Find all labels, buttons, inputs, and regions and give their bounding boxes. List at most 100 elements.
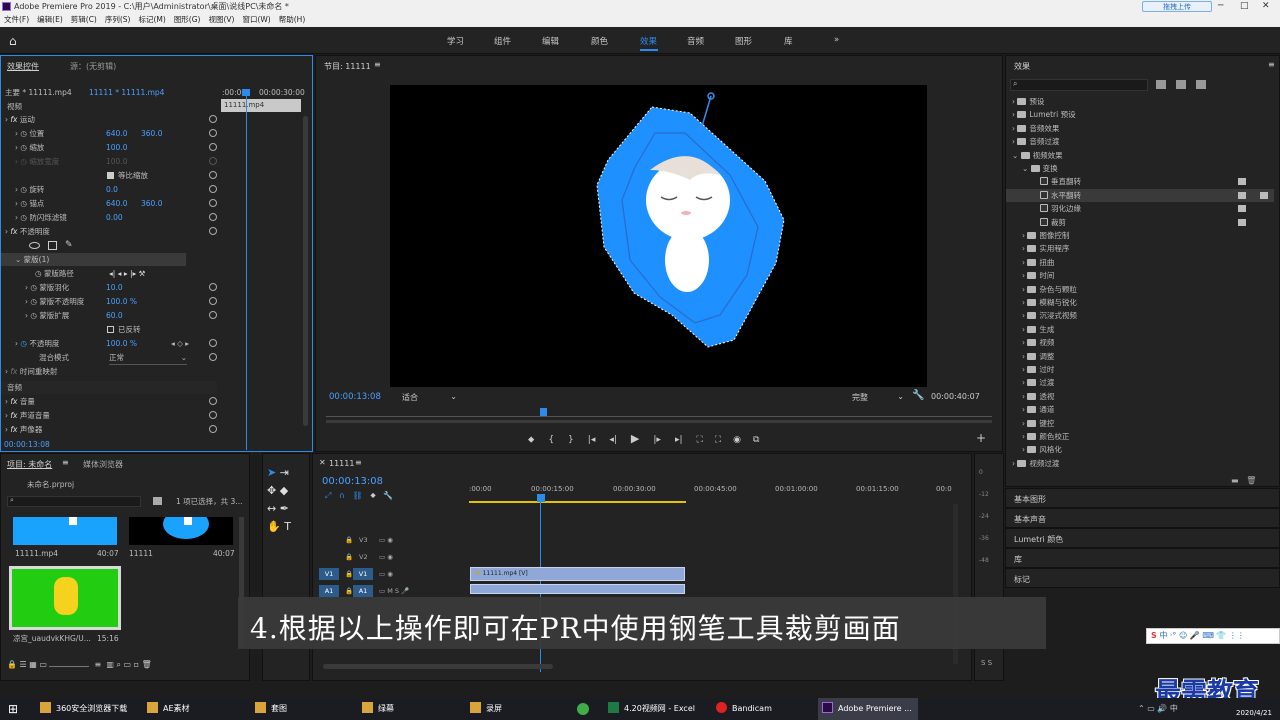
start-button-icon[interactable]: ⊞: [8, 702, 18, 716]
effects-tree-item[interactable]: › 杂色与颗粒: [1006, 283, 1274, 296]
effects-tree-item[interactable]: 垂直翻转: [1006, 175, 1274, 188]
timeline-close-icon[interactable]: ✕: [319, 458, 326, 467]
track-select-icon[interactable]: ⇥: [280, 466, 289, 479]
effects-tree-item[interactable]: › 音频效果: [1006, 122, 1274, 135]
menu-file[interactable]: 文件(F): [4, 15, 29, 24]
ripple-edit-icon[interactable]: ✥: [267, 484, 276, 497]
quality-dropdown[interactable]: 完整 ⌄: [852, 392, 904, 403]
effects-tree-item[interactable]: › 视频过渡: [1006, 457, 1274, 470]
pen-tool-icon[interactable]: ✒: [280, 502, 289, 515]
system-tray-icons[interactable]: ⌃ ▭ 🔊 中: [1138, 703, 1178, 714]
pen-mask-icon[interactable]: ✎: [65, 239, 73, 252]
ec-row-mask-feather[interactable]: › ◷ 蒙版羽化 10.0: [1, 281, 217, 294]
timeline-timecode[interactable]: 00:00:13:08: [322, 476, 383, 487]
effects-tree-item[interactable]: › 图像控制: [1006, 229, 1274, 242]
menu-view[interactable]: 视图(V): [208, 15, 234, 24]
program-timecode[interactable]: 00:00:13:08: [329, 392, 381, 402]
effects-tree-item[interactable]: › 调整: [1006, 350, 1274, 363]
program-video-frame[interactable]: [390, 85, 927, 387]
ec-row-opacity-value[interactable]: › ◷ 不透明度 100.0 % ◂ ◇ ▸: [1, 337, 217, 350]
ec-row-mask-opacity[interactable]: › ◷ 蒙版不透明度 100.0 %: [1, 295, 217, 308]
effects-tree-item[interactable]: › 音频过渡: [1006, 135, 1274, 148]
effects-tree-item[interactable]: 羽化边缘: [1006, 202, 1274, 215]
menu-window[interactable]: 窗口(W): [242, 15, 270, 24]
ec-row-anchor[interactable]: › ◷ 锚点 640.0 360.0: [1, 197, 217, 210]
step-back-icon[interactable]: ◂|: [609, 435, 617, 445]
sequence-clip-dropdown[interactable]: 11111 * 11111.mp4: [89, 86, 164, 99]
automate-icon[interactable]: ▥: [106, 660, 114, 669]
ec-row-mask-expansion[interactable]: › ◷ 蒙版扩展 60.0: [1, 309, 217, 322]
effects-menu-icon[interactable]: ≡: [1268, 60, 1275, 69]
selection-tool-icon[interactable]: ➤: [267, 466, 276, 479]
ec-playhead-handle[interactable]: [242, 89, 250, 96]
timeline-settings-icon[interactable]: 🔧: [383, 491, 393, 500]
ellipse-mask-icon[interactable]: [29, 242, 40, 249]
clip-thumbnail-2[interactable]: [129, 517, 233, 545]
tab-media-browser[interactable]: 媒体浏览器: [83, 459, 123, 470]
effects-tree-item[interactable]: 裁剪: [1006, 216, 1274, 229]
effects-tree-item[interactable]: 水平翻转: [1006, 188, 1274, 202]
home-icon[interactable]: ⌂: [9, 34, 17, 48]
timeline-clip-v1[interactable]: fx 11111.mp4 [V]: [470, 567, 685, 581]
menu-markers[interactable]: 标记(M): [138, 15, 165, 24]
solo-buttons[interactable]: S S: [981, 659, 992, 667]
track-v3[interactable]: 🔒 V3 ▭ ◉: [313, 532, 469, 548]
snap-icon[interactable]: ∩: [339, 491, 345, 500]
yuv-effects-icon[interactable]: [1196, 80, 1206, 89]
taskbar-item-tutu[interactable]: 套图: [255, 698, 287, 720]
menu-edit[interactable]: 编辑(E): [37, 15, 63, 24]
effects-tree-item[interactable]: ⌄ 视频效果: [1006, 149, 1274, 162]
workspace-editing[interactable]: 编辑: [542, 35, 559, 47]
accelerated-effects-icon[interactable]: [1156, 80, 1166, 89]
effects-tree-item[interactable]: › 风格化: [1006, 443, 1274, 456]
effects-tree-item[interactable]: › 键控: [1006, 417, 1274, 430]
workspace-libraries[interactable]: 库: [784, 35, 793, 47]
project-menu-icon[interactable]: ≡: [62, 458, 69, 467]
lock-icon[interactable]: 🔒: [7, 660, 17, 669]
add-marker-icon[interactable]: ⬥: [528, 435, 534, 445]
program-menu-icon[interactable]: ≡: [374, 60, 381, 69]
mark-in-icon[interactable]: {: [548, 435, 554, 445]
ec-row-opacity[interactable]: › fx 不透明度: [1, 225, 217, 238]
export-frame-icon[interactable]: ◉: [733, 435, 741, 445]
workspace-audio[interactable]: 音频: [687, 35, 704, 47]
menu-sequence[interactable]: 序列(S): [105, 15, 131, 24]
effects-tree-item[interactable]: › 视频: [1006, 336, 1274, 349]
reset-icon[interactable]: [209, 143, 217, 151]
program-playhead[interactable]: [540, 408, 547, 416]
sort-icon[interactable]: ≡: [95, 660, 102, 669]
program-scrollbar[interactable]: [326, 420, 992, 423]
ec-row-volume[interactable]: › fx 音量: [1, 395, 217, 408]
effects-tree-item[interactable]: › 过渡: [1006, 376, 1274, 389]
ec-scrollbar[interactable]: [303, 116, 308, 426]
effects-tree-item[interactable]: › Lumetri 预设: [1006, 108, 1274, 121]
razor-tool-icon[interactable]: ◆: [280, 484, 288, 497]
ec-row-mask-path[interactable]: ◷ 蒙版路径 ◂| ◂ ▸ |▸ ⚒: [1, 267, 217, 280]
uniform-scale-checkbox[interactable]: [107, 172, 114, 179]
ec-row-panner[interactable]: › fx 声像器: [1, 423, 217, 436]
ec-row-flicker[interactable]: › ◷ 防闪烁滤镜 0.00: [1, 211, 217, 224]
type-tool-icon[interactable]: T: [284, 520, 291, 533]
maximize-button[interactable]: □: [1240, 0, 1249, 13]
timeline-marker-icon[interactable]: ⬥: [370, 491, 375, 500]
effects-tree-item[interactable]: › 时间: [1006, 269, 1274, 282]
taskbar-item-browser[interactable]: 360安全浏览器下载: [40, 698, 127, 720]
effects-tree-item[interactable]: › 通道: [1006, 403, 1274, 416]
blend-mode-select[interactable]: 正常 ⌄: [109, 351, 187, 365]
taskbar-item-recording[interactable]: 录屏: [470, 698, 502, 720]
track-v2[interactable]: 🔒 V2 ▭ ◉: [313, 549, 469, 565]
settings-wrench-icon[interactable]: 🔧: [912, 390, 924, 401]
workspace-effects[interactable]: 效果: [640, 35, 657, 47]
taskbar-item-premiere[interactable]: Adobe Premiere ...: [818, 698, 918, 720]
fit-dropdown[interactable]: 适合 ⌄: [402, 392, 457, 403]
taskbar-item-ae[interactable]: AE素材: [147, 698, 190, 720]
timeline-playhead-handle[interactable]: [537, 494, 545, 502]
mark-out-icon[interactable]: }: [568, 435, 574, 445]
ec-row-uniform-scale[interactable]: 等比缩放: [1, 169, 217, 182]
effects-tree-item[interactable]: › 过时: [1006, 363, 1274, 376]
section-markers[interactable]: 标记: [1005, 568, 1280, 588]
taskbar-app-icon[interactable]: [577, 703, 589, 715]
freeform-view-icon[interactable]: ▭: [39, 660, 47, 669]
timeline-menu-icon[interactable]: ≡: [355, 458, 362, 467]
hand-tool-icon[interactable]: ✋: [267, 520, 281, 533]
